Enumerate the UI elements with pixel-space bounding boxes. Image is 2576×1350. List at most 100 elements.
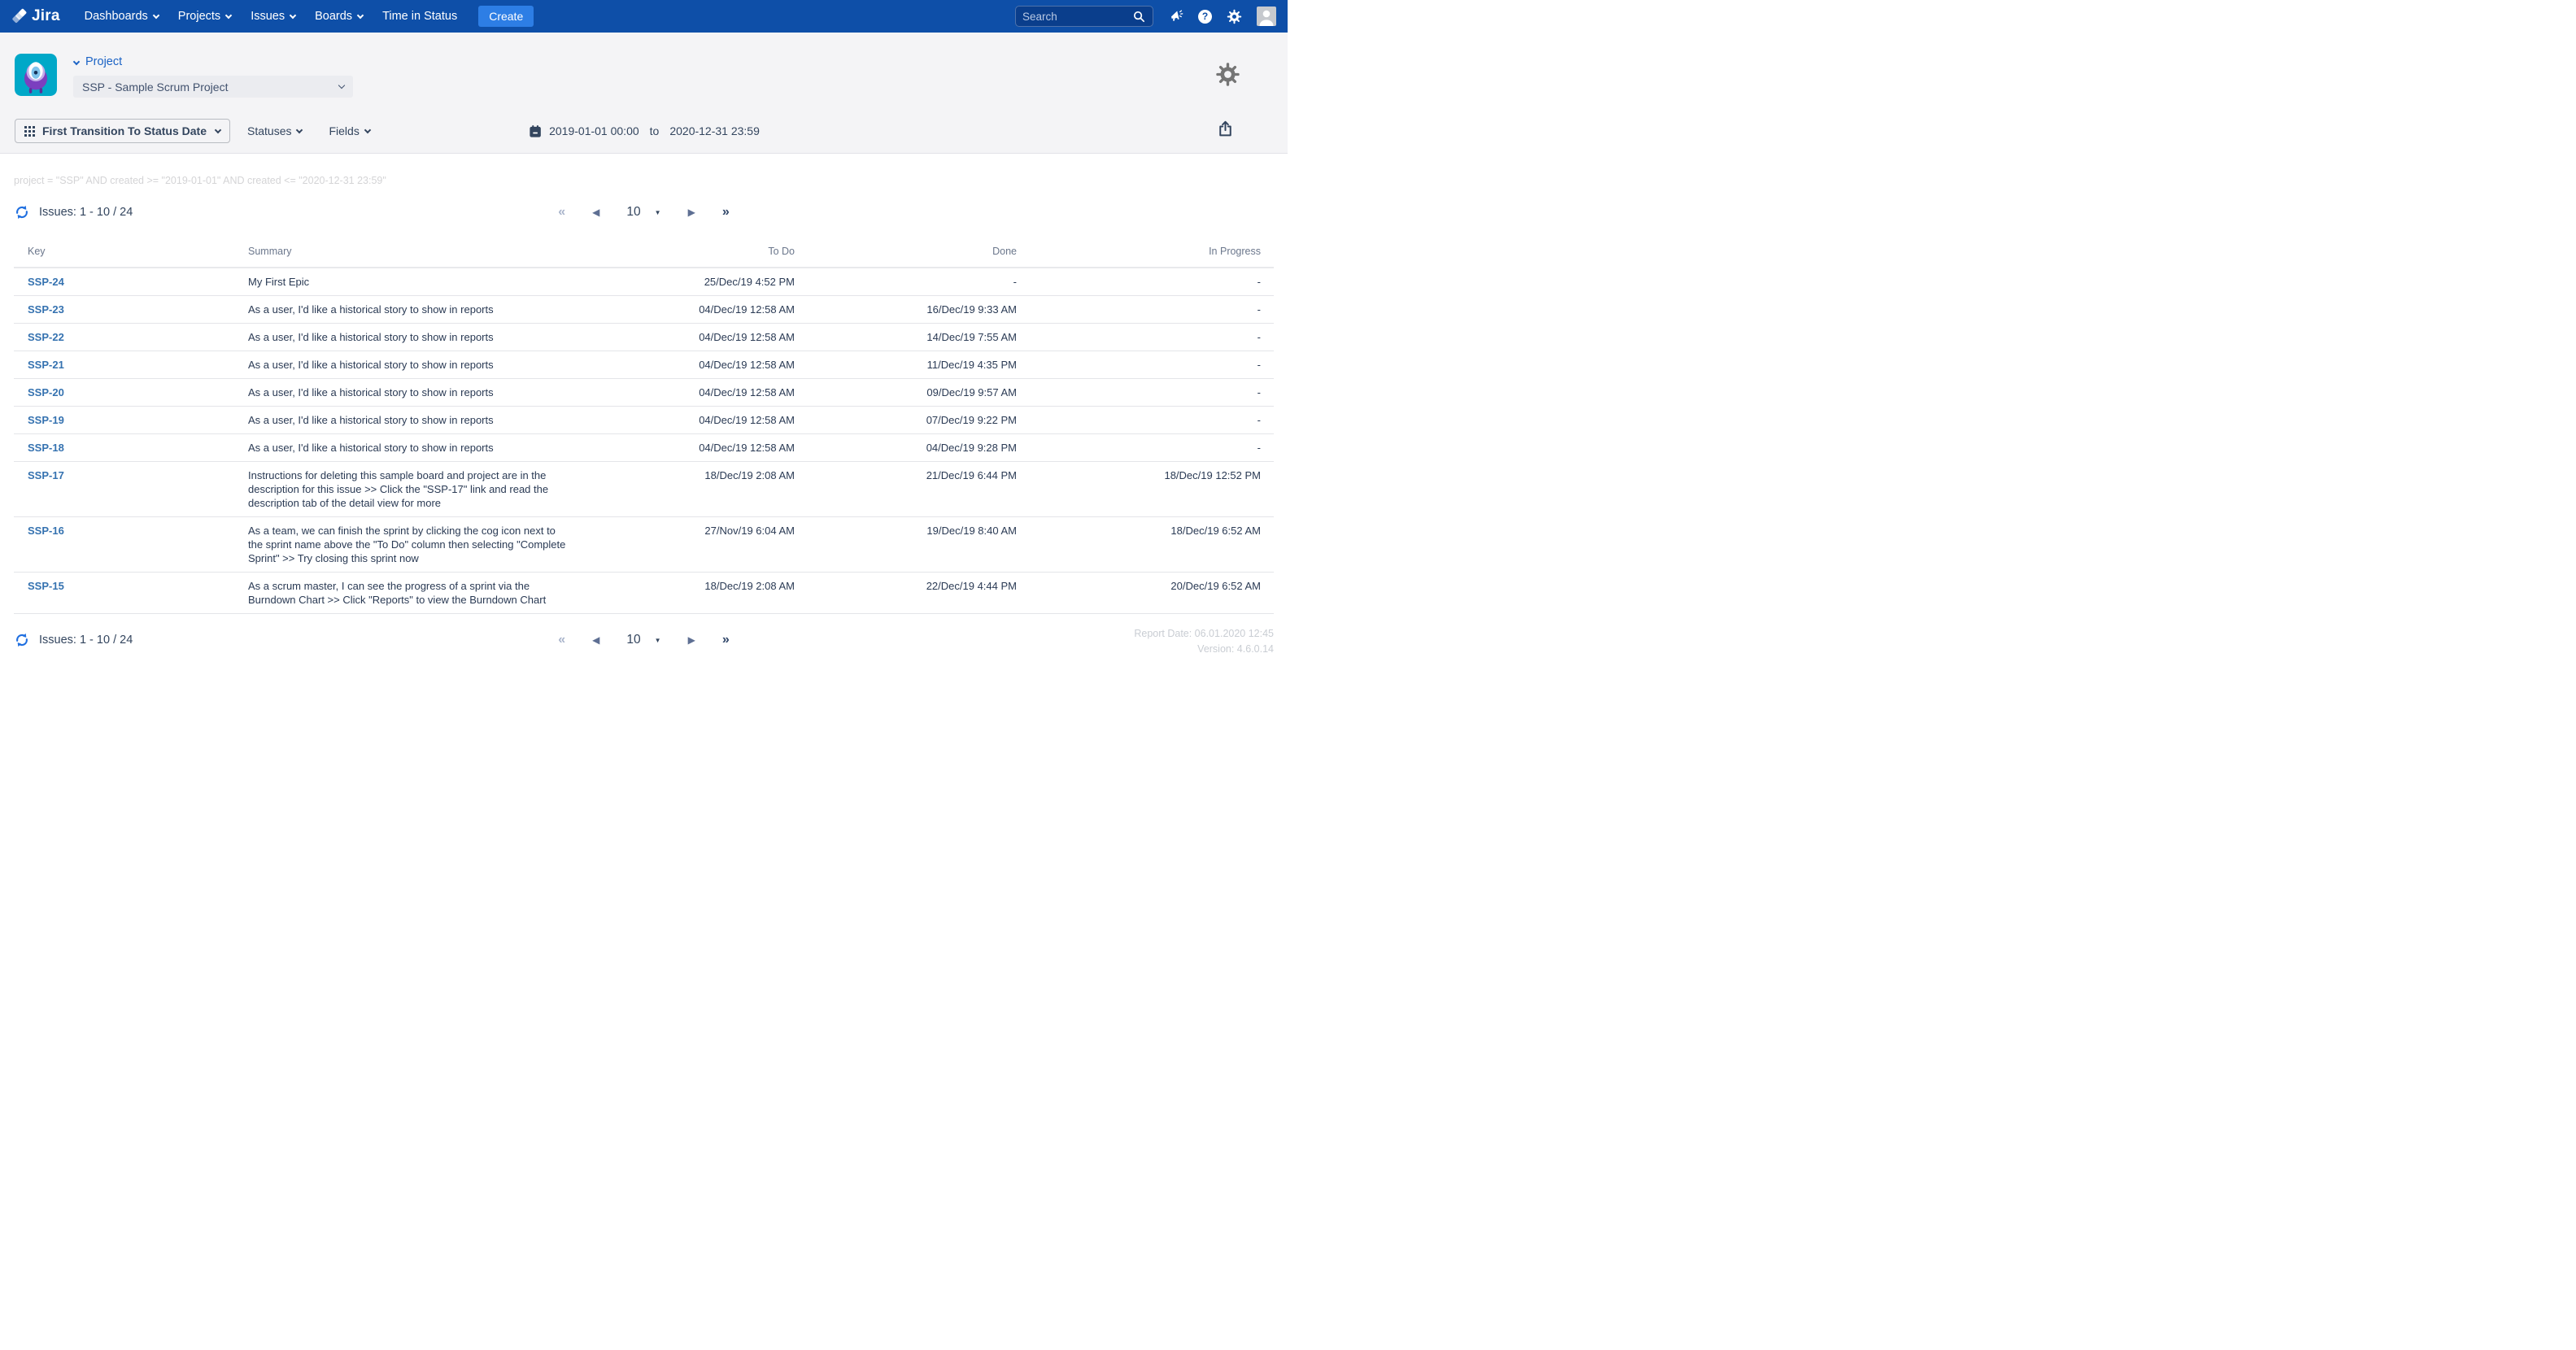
chevron-down-icon	[72, 58, 81, 66]
nav-item-label: Dashboards	[84, 10, 148, 23]
done-date: 22/Dec/19 4:44 PM	[808, 572, 1030, 614]
chevron-down-icon	[214, 126, 222, 133]
issue-key-link[interactable]: SSP-22	[28, 331, 64, 343]
done-date: -	[808, 268, 1030, 296]
search-icon[interactable]	[1132, 10, 1146, 24]
nav-item-label: Issues	[251, 10, 285, 23]
search-box[interactable]	[1015, 6, 1153, 27]
done-date: 11/Dec/19 4:35 PM	[808, 351, 1030, 379]
column-header-done: Done	[808, 238, 1030, 268]
done-date: 14/Dec/19 7:55 AM	[808, 323, 1030, 351]
nav-item-boards[interactable]: Boards	[315, 10, 364, 23]
page-size-select[interactable]: 10 ▼	[626, 633, 660, 647]
refresh-icon[interactable]	[14, 632, 30, 648]
report-header-section: Project SSP - Sample Scrum Project First…	[0, 33, 1288, 154]
results-toolbar-bottom: Issues: 1 - 10 / 24 « ◀ 10 ▼ ▶ » Report …	[0, 628, 1288, 655]
issue-key-link[interactable]: SSP-17	[28, 469, 64, 481]
caret-down-icon: ▼	[654, 636, 661, 644]
todo-date: 18/Dec/19 2:08 AM	[580, 572, 808, 614]
pagination-bottom: « ◀ 10 ▼ ▶ »	[558, 633, 729, 647]
issue-summary: As a user, I'd like a historical story t…	[235, 323, 580, 351]
statuses-dropdown[interactable]: Statuses	[247, 124, 303, 137]
project-select[interactable]: SSP - Sample Scrum Project	[73, 76, 353, 98]
jira-logo-icon	[11, 8, 28, 25]
issue-summary: As a team, we can finish the sprint by c…	[235, 516, 580, 573]
page-size-select[interactable]: 10 ▼	[626, 205, 660, 220]
pagination-prev-icon[interactable]: ◀	[592, 207, 599, 218]
todo-date: 27/Nov/19 6:04 AM	[580, 516, 808, 573]
export-icon[interactable]	[1218, 120, 1232, 141]
pagination-next-icon[interactable]: ▶	[688, 207, 695, 218]
in-progress-date: -	[1030, 351, 1274, 379]
search-input[interactable]	[1022, 10, 1132, 23]
todo-date: 04/Dec/19 12:58 AM	[580, 406, 808, 434]
user-avatar[interactable]	[1257, 7, 1276, 26]
todo-date: 04/Dec/19 12:58 AM	[580, 295, 808, 324]
in-progress-date: 18/Dec/19 12:52 PM	[1030, 461, 1274, 517]
pagination-last-icon[interactable]: »	[722, 205, 730, 220]
todo-date: 04/Dec/19 12:58 AM	[580, 433, 808, 462]
issue-summary: As a user, I'd like a historical story t…	[235, 406, 580, 434]
pagination-first-icon[interactable]: «	[558, 205, 565, 220]
pagination-last-icon[interactable]: »	[722, 633, 730, 647]
done-date: 16/Dec/19 9:33 AM	[808, 295, 1030, 324]
in-progress-date: 18/Dec/19 6:52 AM	[1030, 516, 1274, 573]
issue-summary: Instructions for deleting this sample bo…	[235, 461, 580, 517]
fields-dropdown[interactable]: Fields	[329, 124, 372, 137]
create-button[interactable]: Create	[478, 6, 534, 27]
settings-gear-icon[interactable]	[1227, 9, 1242, 24]
report-type-dropdown[interactable]: First Transition To Status Date	[15, 119, 230, 143]
done-date: 21/Dec/19 6:44 PM	[808, 461, 1030, 517]
refresh-icon[interactable]	[14, 204, 30, 220]
report-settings-gear-icon[interactable]	[1215, 62, 1240, 87]
nav-item-projects[interactable]: Projects	[177, 10, 233, 23]
table-row: SSP-15 As a scrum master, I can see the …	[14, 572, 1274, 614]
issue-key-link[interactable]: SSP-24	[28, 276, 64, 288]
table-row: SSP-24 My First Epic 25/Dec/19 4:52 PM -…	[14, 268, 1274, 296]
fields-label: Fields	[329, 124, 360, 137]
date-range-picker[interactable]: 2019-01-01 00:00 to 2020-12-31 23:59	[528, 124, 760, 138]
page-size-value: 10	[626, 205, 641, 219]
todo-date: 04/Dec/19 12:58 AM	[580, 351, 808, 379]
issues-count-label: Issues: 1 - 10 / 24	[39, 206, 133, 219]
pagination-first-icon[interactable]: «	[558, 633, 565, 647]
nav-item-label: Projects	[177, 10, 221, 23]
chevron-down-icon	[364, 126, 372, 133]
table-row: SSP-16 As a team, we can finish the spri…	[14, 516, 1274, 573]
column-header-todo: To Do	[580, 238, 808, 268]
todo-date: 04/Dec/19 12:58 AM	[580, 323, 808, 351]
chevron-down-icon	[224, 11, 233, 19]
pagination-prev-icon[interactable]: ◀	[592, 634, 599, 646]
report-type-label: First Transition To Status Date	[42, 124, 207, 137]
nav-item-dashboards[interactable]: Dashboards	[84, 10, 160, 23]
issue-key-link[interactable]: SSP-18	[28, 442, 64, 454]
caret-down-icon: ▼	[654, 208, 661, 216]
project-collapse-link[interactable]: Project	[72, 55, 353, 68]
date-separator: to	[649, 124, 660, 137]
issue-summary: As a user, I'd like a historical story t…	[235, 378, 580, 407]
in-progress-date: -	[1030, 433, 1274, 462]
nav-item-label: Time in Status	[382, 10, 458, 23]
date-from: 2019-01-01 00:00	[549, 124, 639, 137]
nav-item-time-in-status[interactable]: Time in Status	[382, 10, 457, 23]
issue-key-link[interactable]: SSP-19	[28, 414, 64, 426]
help-icon[interactable]: ?	[1198, 9, 1212, 24]
done-date: 09/Dec/19 9:57 AM	[808, 378, 1030, 407]
chevron-down-icon	[356, 11, 364, 19]
issue-key-link[interactable]: SSP-16	[28, 525, 64, 537]
todo-date: 18/Dec/19 2:08 AM	[580, 461, 808, 517]
project-select-value: SSP - Sample Scrum Project	[82, 80, 229, 94]
project-label: Project	[85, 55, 123, 68]
issue-key-link[interactable]: SSP-21	[28, 359, 64, 371]
issue-key-link[interactable]: SSP-15	[28, 580, 64, 592]
pagination-next-icon[interactable]: ▶	[688, 634, 695, 646]
statuses-label: Statuses	[247, 124, 292, 137]
issue-key-link[interactable]: SSP-23	[28, 303, 64, 316]
issue-key-link[interactable]: SSP-20	[28, 386, 64, 398]
table-row: SSP-22 As a user, I'd like a historical …	[14, 323, 1274, 351]
jira-logo[interactable]: Jira	[11, 7, 60, 25]
chevron-down-icon	[338, 81, 346, 89]
feedback-megaphone-icon[interactable]	[1168, 9, 1183, 24]
nav-item-issues[interactable]: Issues	[251, 10, 297, 23]
pagination-top: « ◀ 10 ▼ ▶ »	[558, 205, 729, 220]
